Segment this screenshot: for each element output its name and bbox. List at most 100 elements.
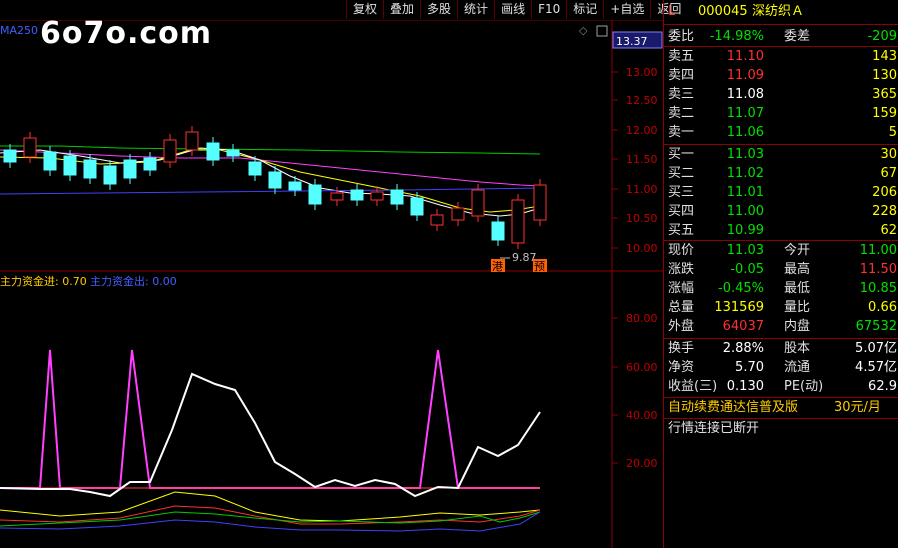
stat-row: 总量 131569 量比 0.66 — [664, 298, 898, 317]
stat-value: 4.57亿 — [855, 360, 897, 375]
stat-row: 外盘 64037 内盘 67532 — [664, 317, 898, 336]
toolbar-add-watchlist-button[interactable]: +自选 — [603, 0, 650, 19]
order-price: 11.08 — [726, 87, 764, 102]
weibi-row: 委比 -14.98% 委差 -209 — [668, 29, 897, 44]
ma-blue-line — [0, 187, 541, 195]
candle-body — [511, 199, 525, 244]
price-axis: 13.00 12.50 12.00 11.50 11.00 10.50 10.0… — [612, 66, 658, 255]
order-label: 买一 — [668, 147, 695, 162]
candle-body — [430, 214, 444, 226]
maximize-icon[interactable] — [596, 25, 608, 37]
toolbar-draw-line-button[interactable]: 画线 — [494, 0, 531, 19]
order-label: 买五 — [668, 223, 695, 238]
ma-long-line — [0, 145, 541, 155]
candles — [3, 126, 547, 249]
candle-body — [288, 181, 302, 191]
candle-body — [163, 139, 177, 163]
stat-row: 涨跌 -0.05 最高 11.50 — [664, 260, 898, 279]
weibi-value: -14.98% — [709, 29, 764, 44]
stat-label: 今开 — [784, 243, 811, 258]
bid-row[interactable]: 买一 11.03 30 — [664, 145, 898, 164]
price-tick: 12.00 — [626, 124, 658, 137]
promo-text[interactable]: 自动续费通达信普及版 — [668, 398, 798, 417]
stat-value: 10.85 — [859, 281, 897, 296]
indicator-axis: 80.00 60.00 40.00 20.00 — [612, 312, 658, 470]
stock-header: L 000045 深纺织Ａ — [664, 2, 898, 21]
stat-row: 收益(三) 0.130 PE(动) 62.9 — [664, 377, 898, 396]
toolbar-overlay-button[interactable]: 叠加 — [383, 0, 420, 19]
stat-value: 64037 — [722, 319, 764, 334]
order-volume: 159 — [872, 106, 897, 121]
order-label: 卖二 — [668, 106, 695, 121]
candle-body — [143, 157, 157, 171]
gang-marker[interactable]: 港 — [492, 260, 503, 273]
stat-label: 总量 — [668, 300, 695, 315]
order-volume: 206 — [872, 185, 897, 200]
toolbar-statistics-button[interactable]: 统计 — [457, 0, 494, 19]
ask-row[interactable]: 卖一 11.06 5 — [664, 123, 898, 142]
stock-code: 000045 — [698, 4, 748, 19]
candle-body — [248, 161, 262, 176]
ask-row[interactable]: 卖三 11.08 365 — [664, 85, 898, 104]
promo-row[interactable]: 自动续费通达信普及版 30元/月 — [664, 398, 898, 417]
stat-value: 131569 — [714, 300, 764, 315]
bid-row[interactable]: 买五 10.99 62 — [664, 221, 898, 240]
stat-row: 换手 2.88% 股本 5.07亿 — [664, 339, 898, 358]
top-toolbar: 复权 叠加 多股 统计 画线 F10 标记 +自选 返回 — [346, 0, 687, 20]
toolbar-f10-button[interactable]: F10 — [531, 0, 566, 19]
price-tick: 10.50 — [626, 212, 658, 225]
candle-body — [330, 192, 344, 201]
bid-row[interactable]: 买三 11.01 206 — [664, 183, 898, 202]
order-volume: 5 — [888, 125, 897, 140]
candle-body — [23, 137, 37, 158]
stat-label: 现价 — [668, 243, 695, 258]
price-tick: 11.00 — [626, 183, 658, 196]
price-box-value: 13.37 — [616, 35, 648, 48]
candle-body — [43, 151, 57, 171]
order-label: 卖五 — [668, 49, 695, 64]
ask-row[interactable]: 卖四 11.09 130 — [664, 66, 898, 85]
quote-panel: L 000045 深纺织Ａ 委比 -14.98% 委差 -209 卖五 11.10… — [663, 0, 898, 548]
order-volume: 228 — [872, 204, 897, 219]
ask-row[interactable]: 卖二 11.07 159 — [664, 104, 898, 123]
stat-label: 最高 — [784, 262, 811, 277]
stat-value: 0.66 — [868, 300, 897, 315]
yu-marker[interactable]: 预 — [534, 260, 545, 273]
candle-body — [308, 184, 322, 205]
price-tick: 13.00 — [626, 66, 658, 79]
toolbar-fuquan-button[interactable]: 复权 — [346, 0, 383, 19]
connection-status: 行情连接已断开 — [668, 421, 760, 436]
promo-price[interactable]: 30元/月 — [834, 398, 881, 417]
indicator-tick: 80.00 — [626, 312, 658, 325]
bid-row[interactable]: 买四 11.00 228 — [664, 202, 898, 221]
toolbar-multi-stock-button[interactable]: 多股 — [420, 0, 457, 19]
candle-body — [206, 142, 220, 161]
candle-body — [370, 191, 384, 201]
stat-label: 最低 — [784, 281, 811, 296]
candle-body — [533, 184, 547, 221]
order-price: 11.10 — [726, 49, 764, 64]
candle-body — [390, 189, 404, 205]
order-volume: 30 — [880, 147, 897, 162]
stat-value: 0.130 — [726, 379, 764, 394]
weicha-value: -209 — [867, 29, 897, 44]
order-volume: 365 — [872, 87, 897, 102]
candle-body — [103, 165, 117, 185]
ask-row[interactable]: 卖五 11.10 143 — [664, 47, 898, 66]
stat-label: 收益(三) — [668, 379, 718, 394]
price-tick: 10.00 — [626, 242, 658, 255]
kline-chart[interactable]: 13.37 MA250 ◇ 13.00 12.50 12.00 11.50 11… — [0, 20, 663, 548]
candle-body — [410, 197, 424, 216]
stat-label: 内盘 — [784, 319, 811, 334]
candle-body — [350, 189, 364, 201]
candle-body — [471, 189, 485, 217]
bid-row[interactable]: 买二 11.02 67 — [664, 164, 898, 183]
order-price: 10.99 — [726, 223, 764, 238]
stat-value: 62.9 — [868, 379, 897, 394]
diamond-icon[interactable]: ◇ — [579, 24, 588, 37]
toolbar-mark-button[interactable]: 标记 — [566, 0, 603, 19]
stat-value: -0.05 — [730, 262, 764, 277]
order-volume: 143 — [872, 49, 897, 64]
order-volume: 67 — [880, 166, 897, 181]
stat-label: 涨跌 — [668, 262, 695, 277]
